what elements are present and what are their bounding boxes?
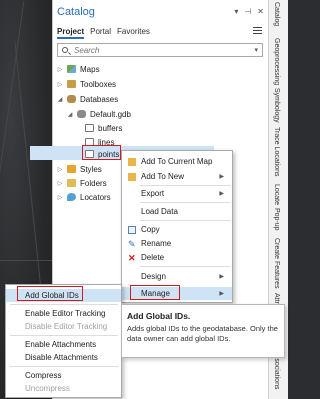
tree-label: Toolboxes [80, 79, 117, 89]
chevron-right-icon[interactable]: ▷ [57, 194, 63, 201]
context-menu: Add To Current Map Add To New ▶ Export ▶… [121, 150, 233, 303]
tree-item-toolboxes[interactable]: ▷ Toolboxes [57, 78, 116, 90]
menu-icon[interactable] [253, 27, 262, 34]
menu-item-rename[interactable]: ✎ Rename [122, 237, 232, 250]
pin-icon[interactable]: ⊣ [244, 7, 251, 16]
tree-item-default-gdb[interactable]: ◢ Default.gdb [67, 108, 131, 120]
tree-item-databases[interactable]: ◢ Databases [57, 93, 119, 105]
menu-separator [10, 304, 118, 305]
database-icon [67, 95, 76, 103]
menu-item-load-data[interactable]: Load Data [122, 205, 232, 218]
menu-separator [10, 335, 118, 336]
tree-item-styles[interactable]: ▷ Styles [57, 163, 102, 175]
tab-project[interactable]: Project [57, 27, 85, 39]
tree-label: Folders [80, 178, 107, 188]
menu-item-copy[interactable]: Copy [122, 223, 232, 236]
search-input[interactable]: Search ▾ [57, 43, 263, 57]
pane-controls: ▾ ⊣ ✕ [234, 7, 264, 16]
tree-label: Locators [80, 192, 111, 202]
geodatabase-icon [77, 110, 86, 118]
chevron-right-icon: ▶ [219, 174, 224, 180]
menu-separator [140, 202, 230, 203]
menu-item-disable-attachments[interactable]: Disable Attachments [6, 351, 121, 364]
folder-icon [67, 179, 76, 187]
tree-label: buffers [98, 123, 123, 133]
menu-item-enable-editor-tracking[interactable]: Enable Editor Tracking [6, 307, 121, 320]
side-tab-create-features[interactable]: Create Features [273, 238, 280, 289]
chevron-right-icon: ▶ [219, 274, 224, 280]
side-tab-popup[interactable]: Pop-up [273, 208, 280, 231]
tree-label: Default.gdb [90, 109, 131, 119]
chevron-right-icon[interactable]: ▷ [57, 66, 63, 73]
chevron-right-icon: ▶ [219, 291, 224, 297]
manage-submenu: Add Global IDs Enable Editor Tracking Di… [5, 284, 122, 398]
callout-box-add-global-ids [17, 286, 83, 301]
chevron-right-icon[interactable]: ▷ [57, 166, 63, 173]
menu-item-disable-editor-tracking: Disable Editor Tracking [25, 322, 108, 331]
add-new-icon [128, 172, 136, 181]
menu-item-compress[interactable]: Compress [6, 369, 121, 382]
menu-item-design[interactable]: Design ▶ [122, 270, 232, 283]
chevron-down-icon[interactable]: ◢ [57, 96, 63, 103]
search-placeholder: Search [74, 46, 100, 55]
styles-icon [67, 165, 76, 173]
polygon-feature-class-icon [85, 124, 94, 132]
tree-label: Databases [80, 94, 119, 104]
menu-item-enable-attachments[interactable]: Enable Attachments [6, 338, 121, 351]
menu-separator [140, 220, 230, 221]
search-icon [62, 47, 68, 53]
map-feature-line [0, 260, 52, 261]
close-icon[interactable]: ✕ [257, 7, 264, 16]
tree-item-locators[interactable]: ▷ Locators [57, 191, 111, 203]
tab-favorites[interactable]: Favorites [117, 27, 150, 39]
menu-separator [10, 366, 118, 367]
menu-item-export[interactable]: Export ▶ [122, 187, 232, 200]
delete-icon: ✕ [128, 252, 136, 263]
tab-portal[interactable]: Portal [90, 27, 111, 39]
callout-box-manage [130, 285, 180, 300]
menu-item-add-to-new[interactable]: Add To New ▶ [122, 170, 232, 183]
chevron-right-icon: ▶ [219, 191, 224, 197]
tree-label: Styles [80, 164, 102, 174]
chevron-down-icon[interactable]: ▾ [254, 46, 258, 54]
side-tab-catalog[interactable]: Catalog [273, 2, 280, 26]
menu-item-uncompress: Uncompress [25, 384, 70, 393]
callout-box-points [82, 145, 121, 160]
chevron-down-icon[interactable]: ◢ [67, 111, 73, 118]
tree-item-buffers[interactable]: buffers [85, 122, 122, 134]
chevron-right-icon[interactable]: ▷ [57, 180, 63, 187]
locator-icon [67, 193, 76, 201]
menu-separator [140, 185, 230, 186]
tree-label: Maps [80, 64, 100, 74]
copy-icon [128, 225, 136, 234]
menu-item-delete[interactable]: ✕ Delete [122, 251, 232, 264]
side-tab-geoprocessing[interactable]: Geoprocessing [273, 38, 280, 85]
chevron-right-icon[interactable]: ▷ [57, 81, 63, 88]
tree-item-maps[interactable]: ▷ Maps [57, 63, 100, 75]
side-tab-locate[interactable]: Locate [273, 184, 280, 205]
toolbox-icon [67, 80, 76, 88]
tree-item-folders[interactable]: ▷ Folders [57, 177, 107, 189]
tooltip-body: Adds global IDs to the geodatabase. Only… [127, 324, 278, 343]
tooltip-title: Add Global IDs. [127, 311, 191, 321]
side-tab-trace-locations[interactable]: Trace Locations [273, 127, 280, 177]
maps-icon [67, 65, 76, 73]
dropdown-icon[interactable]: ▾ [234, 7, 238, 16]
rename-icon: ✎ [128, 238, 136, 249]
side-tab-symbology[interactable]: Symbology [273, 88, 280, 123]
catalog-tabs: Project Portal Favorites [57, 27, 150, 39]
menu-item-add-to-current-map[interactable]: Add To Current Map [122, 155, 232, 168]
menu-separator [140, 266, 230, 267]
pane-title: Catalog [57, 6, 95, 18]
add-map-icon [128, 157, 136, 166]
tooltip: Add Global IDs. Adds global IDs to the g… [121, 304, 285, 358]
